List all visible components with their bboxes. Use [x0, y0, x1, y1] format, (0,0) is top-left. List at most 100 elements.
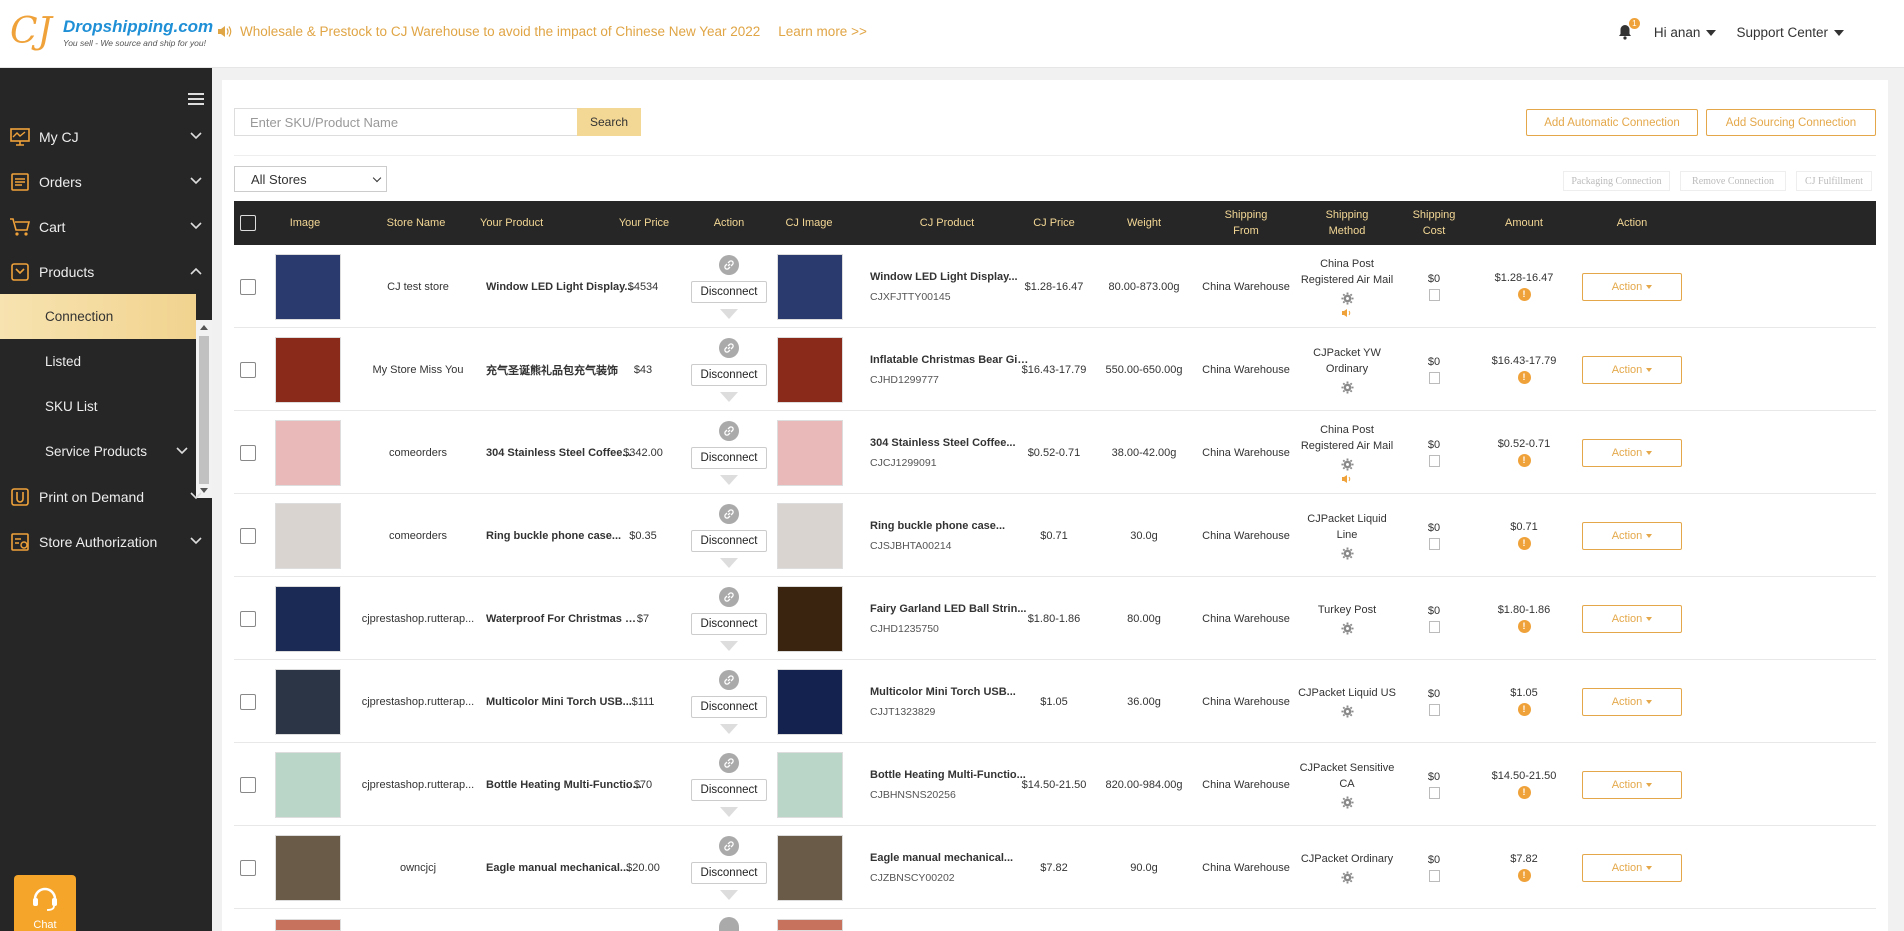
add-sourcing-connection-button[interactable]: Add Sourcing Connection: [1706, 109, 1876, 136]
row-checkbox[interactable]: [240, 859, 256, 876]
user-menu[interactable]: Hi anan: [1654, 25, 1717, 40]
action-dropdown-button[interactable]: Action: [1582, 272, 1682, 301]
cj-product-image[interactable]: [777, 419, 843, 486]
product-image[interactable]: [275, 253, 341, 320]
cj-product-image[interactable]: [777, 585, 843, 652]
calculator-icon[interactable]: [1428, 288, 1440, 301]
info-icon[interactable]: !: [1517, 371, 1531, 384]
packaging-connection-button[interactable]: Packaging Connection: [1563, 171, 1670, 191]
link-icon[interactable]: [719, 752, 739, 773]
remove-connection-button[interactable]: Remove Connection: [1680, 171, 1786, 191]
disconnect-button[interactable]: Disconnect: [691, 861, 767, 884]
info-icon[interactable]: !: [1517, 786, 1531, 799]
row-checkbox[interactable]: [240, 444, 256, 461]
disconnect-button[interactable]: Disconnect: [691, 280, 767, 303]
cj-product-name[interactable]: 304 Stainless Steel Coffee...: [870, 437, 1016, 449]
gear-icon[interactable]: [1340, 547, 1354, 560]
menu-toggle-icon[interactable]: [188, 93, 204, 107]
cj-product-image[interactable]: [777, 502, 843, 569]
add-automatic-connection-button[interactable]: Add Automatic Connection: [1526, 109, 1698, 136]
cj-product-name[interactable]: Eagle manual mechanical...: [870, 852, 1013, 864]
cj-product-image[interactable]: [777, 253, 843, 320]
calculator-icon[interactable]: [1428, 786, 1440, 799]
link-icon[interactable]: [719, 420, 739, 441]
link-icon[interactable]: [719, 503, 739, 524]
support-center-menu[interactable]: Support Center: [1736, 25, 1844, 40]
disconnect-button[interactable]: Disconnect: [691, 612, 767, 635]
action-dropdown-button[interactable]: Action: [1582, 438, 1682, 467]
notification-bell[interactable]: 1: [1618, 18, 1640, 40]
calculator-icon[interactable]: [1428, 703, 1440, 716]
sidebar-item-my-cj[interactable]: My CJ: [0, 114, 212, 159]
product-image[interactable]: [275, 502, 341, 569]
expand-arrow-icon[interactable]: [720, 889, 738, 900]
cj-product-name[interactable]: Fairy Garland LED Ball Strin...: [870, 603, 1026, 615]
sidebar-item-products[interactable]: Products: [0, 249, 212, 294]
info-icon[interactable]: !: [1517, 454, 1531, 467]
product-image[interactable]: [275, 834, 341, 901]
gear-icon[interactable]: [1340, 622, 1354, 635]
link-icon[interactable]: [719, 254, 739, 275]
gear-icon[interactable]: [1340, 457, 1354, 471]
sidebar-subitem-service-products[interactable]: Service Products: [0, 429, 196, 474]
cj-product-name[interactable]: Ring buckle phone case...: [870, 520, 1005, 532]
action-dropdown-button[interactable]: Action: [1582, 521, 1682, 550]
cj-product-image[interactable]: [777, 919, 843, 931]
expand-arrow-icon[interactable]: [720, 557, 738, 568]
cj-product-name[interactable]: Inflatable Christmas Bear Gif...: [870, 354, 1030, 366]
search-button[interactable]: Search: [577, 108, 641, 136]
disconnect-button[interactable]: Disconnect: [691, 778, 767, 801]
gear-icon[interactable]: [1340, 381, 1354, 394]
cj-fulfillment-button[interactable]: CJ Fulfillment: [1796, 171, 1872, 191]
action-dropdown-button[interactable]: Action: [1582, 853, 1682, 882]
store-filter-select[interactable]: All Stores: [234, 166, 387, 192]
sidebar-subitem-connection[interactable]: Connection: [0, 294, 196, 339]
sidebar-item-orders[interactable]: Orders: [0, 159, 212, 204]
product-image[interactable]: [275, 751, 341, 818]
product-image[interactable]: [275, 919, 341, 931]
action-dropdown-button[interactable]: Action: [1582, 604, 1682, 633]
cj-product-image[interactable]: [777, 834, 843, 901]
product-image[interactable]: [275, 336, 341, 403]
cj-product-image[interactable]: [777, 751, 843, 818]
info-icon[interactable]: !: [1517, 537, 1531, 550]
gear-icon[interactable]: [1340, 705, 1354, 718]
cj-product-image[interactable]: [777, 668, 843, 735]
row-checkbox[interactable]: [240, 527, 256, 544]
info-icon[interactable]: !: [1517, 869, 1531, 882]
calculator-icon[interactable]: [1428, 371, 1440, 384]
disconnect-button[interactable]: Disconnect: [691, 363, 767, 386]
page-scrollbar[interactable]: [1888, 68, 1904, 931]
cj-product-image[interactable]: [777, 336, 843, 403]
cj-logo[interactable]: CJ Dropshipping.com You sell - We source…: [10, 12, 213, 54]
learn-more-link[interactable]: Learn more >>: [778, 24, 867, 39]
sidebar-subitem-sku-list[interactable]: SKU List: [0, 384, 196, 429]
product-image[interactable]: [275, 585, 341, 652]
disconnect-button[interactable]: Disconnect: [691, 446, 767, 469]
calculator-icon[interactable]: [1428, 537, 1440, 550]
row-checkbox[interactable]: [240, 278, 256, 295]
action-dropdown-button[interactable]: Action: [1582, 355, 1682, 384]
select-all-checkbox[interactable]: [240, 215, 256, 231]
row-checkbox[interactable]: [240, 361, 256, 378]
expand-arrow-icon[interactable]: [720, 640, 738, 651]
product-image[interactable]: [275, 668, 341, 735]
link-icon[interactable]: [719, 669, 739, 690]
sidebar-item-print-on-demand[interactable]: Print on Demand: [0, 474, 212, 519]
calculator-icon[interactable]: [1428, 620, 1440, 633]
calculator-icon[interactable]: [1428, 869, 1440, 882]
row-checkbox[interactable]: [240, 610, 256, 627]
info-icon[interactable]: !: [1517, 288, 1531, 301]
sidebar-scrollbar[interactable]: [196, 320, 212, 498]
expand-arrow-icon[interactable]: [720, 391, 738, 402]
row-checkbox[interactable]: [240, 693, 256, 710]
gear-icon[interactable]: [1340, 291, 1354, 305]
row-checkbox[interactable]: [240, 776, 256, 793]
cj-product-name[interactable]: Multicolor Mini Torch USB...: [870, 686, 1016, 698]
disconnect-button[interactable]: Disconnect: [691, 695, 767, 718]
gear-icon[interactable]: [1340, 796, 1354, 809]
expand-arrow-icon[interactable]: [720, 806, 738, 817]
link-icon[interactable]: [719, 337, 739, 358]
expand-arrow-icon[interactable]: [720, 474, 738, 485]
info-icon[interactable]: !: [1517, 620, 1531, 633]
